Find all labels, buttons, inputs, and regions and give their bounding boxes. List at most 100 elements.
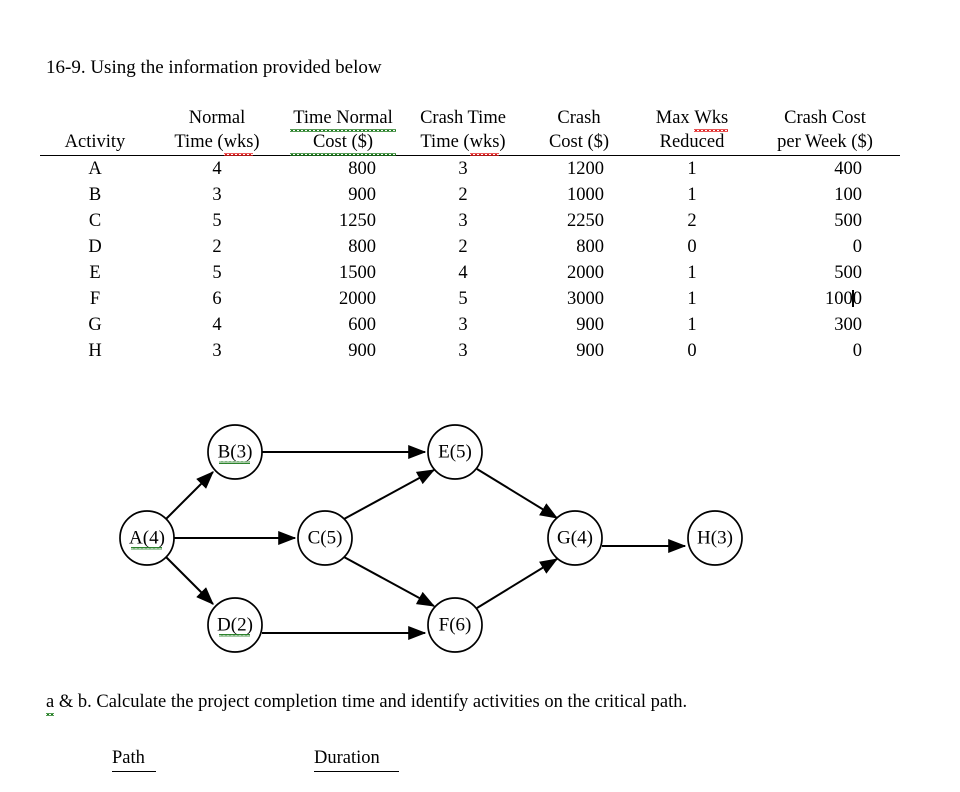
cell-crash-cost-per-week: 400 xyxy=(834,159,862,179)
cell-normal-time: 2 xyxy=(212,237,222,257)
table-row: D 2 800 2 800 0 0 xyxy=(40,234,900,260)
cell-normal-cost: 900 xyxy=(348,341,376,361)
cell-max-wks-reduced: 1 xyxy=(687,185,697,205)
grammarcheck-time-normal: Time Normal xyxy=(290,106,396,132)
grammarcheck-node-A xyxy=(131,547,162,550)
answer-header-path: Path xyxy=(112,746,156,772)
table-row: H 3 900 3 900 0 0 xyxy=(40,338,900,364)
text-time-close: ) xyxy=(253,132,260,152)
network-node-H[interactable]: H(3) xyxy=(687,510,743,566)
cell-crash-time: 4 xyxy=(458,263,468,283)
cell-max-wks-reduced: 2 xyxy=(687,211,697,231)
text-time-open: Time ( xyxy=(174,132,224,152)
cell-crash-cost: 900 xyxy=(576,315,604,335)
column-header-crash-cost: Crash Cost ($) xyxy=(524,106,634,156)
cell-normal-cost: 600 xyxy=(348,315,376,335)
grammarcheck-node-D xyxy=(219,634,250,637)
cell-crash-cost-per-week: 500 xyxy=(834,263,862,283)
cell-activity: A xyxy=(88,159,102,179)
grammarcheck-part-a: a xyxy=(46,692,55,716)
table-body: A 4 800 3 1200 1 400 B 3 900 2 1000 1 10… xyxy=(40,156,900,365)
spellcheck-wks-2: wks xyxy=(469,132,500,156)
cell-normal-cost: 800 xyxy=(348,237,376,257)
column-header-activity: Activity xyxy=(40,106,150,156)
cell-max-wks-reduced: 1 xyxy=(687,263,697,283)
spellcheck-wks-1: wks xyxy=(223,132,254,156)
cell-normal-time: 4 xyxy=(212,315,222,335)
cell-normal-cost: 1250 xyxy=(339,211,376,231)
column-header-crash-cost-bottom: Cost ($) xyxy=(548,132,610,152)
network-node-H-label: H(3) xyxy=(697,527,733,548)
column-header-normal-cost: Time Normal Cost ($) xyxy=(284,106,402,156)
cell-normal-cost: 1500 xyxy=(339,263,376,283)
cell-crash-time: 5 xyxy=(458,289,468,309)
cell-normal-time: 5 xyxy=(212,263,222,283)
column-header-crash-time-top: Crash Time xyxy=(420,108,506,128)
network-node-D[interactable]: D(2) xyxy=(207,597,263,653)
question-heading: 16-9. Using the information provided bel… xyxy=(46,57,382,78)
edge-F-G xyxy=(476,558,559,609)
column-header-crash-time-bottom: Time (wks) xyxy=(408,130,518,156)
network-node-E-label: E(5) xyxy=(438,441,472,462)
cell-crash-cost: 900 xyxy=(576,341,604,361)
table-row: A 4 800 3 1200 1 400 xyxy=(40,156,900,183)
cell-crash-cost-per-week: 300 xyxy=(834,315,862,335)
column-header-max-wks-bottom: Reduced xyxy=(659,132,725,152)
cell-text-after-caret: 0 xyxy=(852,289,862,309)
answer-table-headers: Path Duration xyxy=(112,746,399,772)
network-node-F[interactable]: F(6) xyxy=(427,597,483,653)
cell-crash-time: 3 xyxy=(458,159,468,179)
network-node-C[interactable]: C(5) xyxy=(297,510,353,566)
network-node-B-label: B(3) xyxy=(218,441,253,462)
cell-crash-cost: 2000 xyxy=(567,263,604,283)
cell-crash-time: 3 xyxy=(458,211,468,231)
table-row: F 6 2000 5 3000 1 1000 xyxy=(40,286,900,312)
network-node-C-label: C(5) xyxy=(308,527,343,548)
cell-max-wks-reduced: 1 xyxy=(687,289,697,309)
column-header-max-wks-reduced: Max Wks Reduced xyxy=(634,106,750,156)
cell-crash-cost: 3000 xyxy=(567,289,604,309)
cell-crash-time: 3 xyxy=(458,315,468,335)
cell-activity: G xyxy=(88,315,102,335)
crash-cost-table: Activity Normal Time (wks) Time Normal C… xyxy=(40,106,900,364)
cell-crash-cost-per-week-editing[interactable]: 1000 xyxy=(750,286,900,312)
table-row: C 5 1250 3 2250 2 500 xyxy=(40,208,900,234)
network-node-F-label: F(6) xyxy=(439,614,472,635)
table-row: G 4 600 3 900 1 300 xyxy=(40,312,900,338)
column-header-normal-time-bottom: Time (wks) xyxy=(156,130,278,156)
network-node-D-label: D(2) xyxy=(217,614,253,635)
network-node-G-label: G(4) xyxy=(557,527,593,548)
network-node-E[interactable]: E(5) xyxy=(427,424,483,480)
cell-normal-time: 3 xyxy=(212,341,222,361)
column-header-max-wks-top: Max Wks xyxy=(640,106,744,132)
text-time-close-2: ) xyxy=(499,132,506,152)
network-node-A[interactable]: A(4) xyxy=(119,510,175,566)
cell-max-wks-reduced: 1 xyxy=(687,159,697,179)
cell-activity: F xyxy=(89,289,101,309)
table-header-row: Activity Normal Time (wks) Time Normal C… xyxy=(40,106,900,156)
network-node-G[interactable]: G(4) xyxy=(547,510,603,566)
column-header-crash-cost-per-week-bottom: per Week ($) xyxy=(777,132,873,152)
grammarcheck-cost-dollar-1: Cost ($) xyxy=(290,130,396,156)
cell-normal-time: 5 xyxy=(212,211,222,231)
project-network-diagram: A(4) B(3) C(5) D(2) E(5) F(6) G(4) H(3) xyxy=(0,405,960,670)
edge-E-G xyxy=(476,468,559,519)
cell-normal-time: 6 xyxy=(212,289,222,309)
column-header-crash-cost-per-week-top: Crash Cost xyxy=(784,108,866,128)
cell-normal-cost: 800 xyxy=(348,159,376,179)
grammarcheck-node-B xyxy=(219,461,250,464)
cell-activity: B xyxy=(88,185,102,205)
network-node-B[interactable]: B(3) xyxy=(207,424,263,480)
cell-crash-time: 2 xyxy=(458,185,468,205)
column-header-normal-time: Normal Time (wks) xyxy=(150,106,284,156)
cell-max-wks-reduced: 0 xyxy=(687,237,697,257)
cell-crash-cost-per-week: 100 xyxy=(834,185,862,205)
cell-crash-cost-per-week: 0 xyxy=(852,341,862,361)
cell-normal-time: 3 xyxy=(212,185,222,205)
cell-crash-cost-per-week: 0 xyxy=(852,237,862,257)
cell-crash-cost: 1000 xyxy=(567,185,604,205)
spellcheck-wks-3: Wks xyxy=(694,108,729,132)
cell-normal-cost: 900 xyxy=(348,185,376,205)
edge-C-E xyxy=(343,469,436,520)
cell-max-wks-reduced: 1 xyxy=(687,315,697,335)
